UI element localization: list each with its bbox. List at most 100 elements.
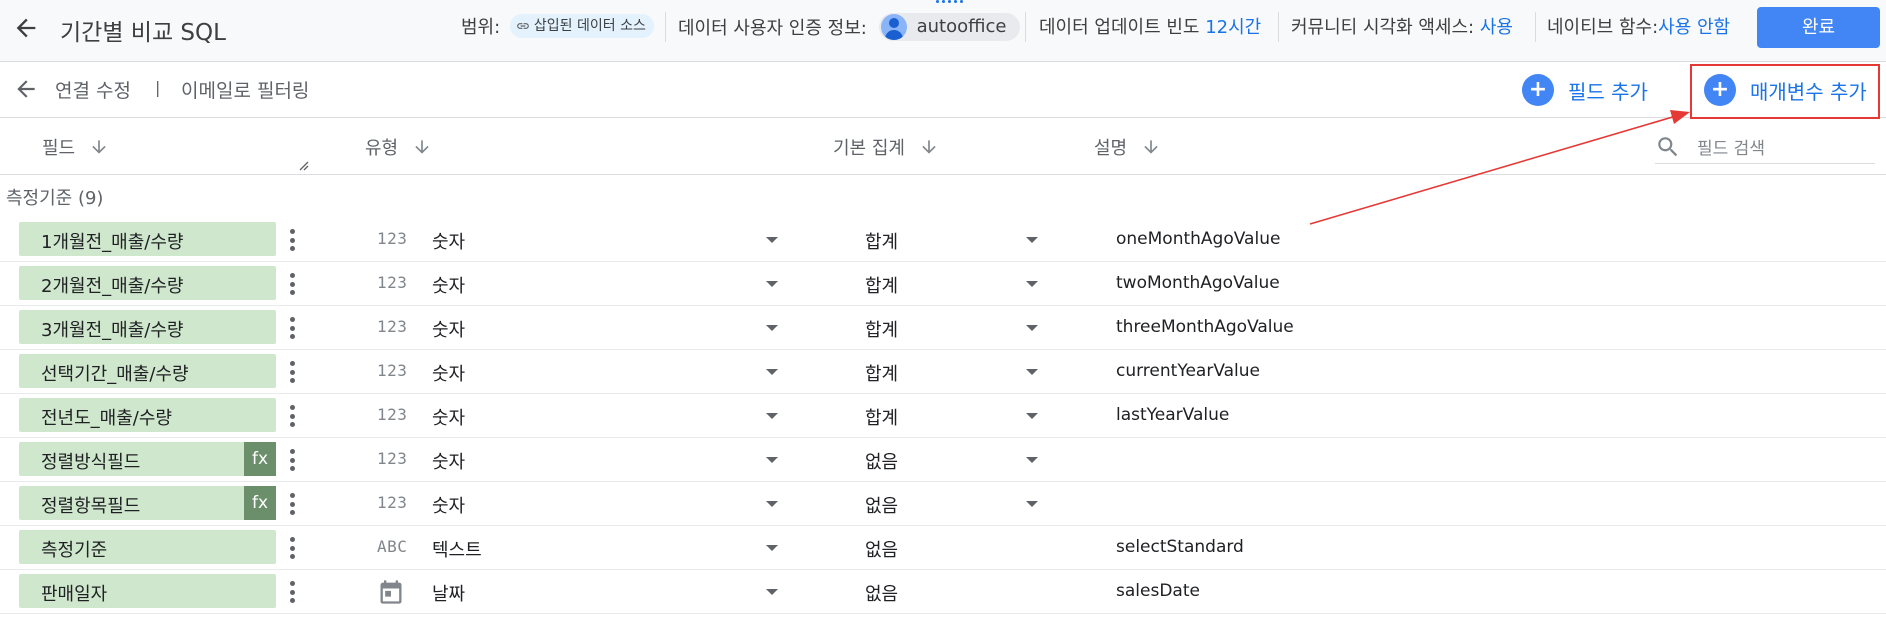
aggregation-value[interactable]: 합계	[865, 360, 898, 386]
description-value[interactable]: salesDate	[1116, 581, 1200, 601]
resize-handle-icon[interactable]	[297, 159, 309, 171]
description-value[interactable]: twoMonthAgoValue	[1116, 273, 1280, 293]
aggregation-value[interactable]: 합계	[865, 228, 898, 254]
avatar	[880, 14, 907, 40]
done-button[interactable]: 완료	[1757, 7, 1880, 48]
field-name: 3개월전_매출/수량	[41, 320, 184, 341]
type-value[interactable]: 숫자	[432, 404, 465, 430]
filter-by-email-link[interactable]: 이메일로 필터링	[181, 76, 309, 103]
table-row: 선택기간_매출/수량 123 숫자 합계 currentYearValue	[0, 350, 1886, 394]
aggregation-value[interactable]: 합계	[865, 404, 898, 430]
column-description[interactable]: 설명	[1094, 134, 1161, 160]
more-options-icon[interactable]	[290, 537, 296, 559]
field-name-pill[interactable]: 정렬방식필드 fx	[19, 442, 276, 476]
search-placeholder[interactable]: 필드 검색	[1697, 134, 1765, 159]
scope-group: 범위: 삽입된 데이터 소스	[461, 14, 654, 41]
column-aggregation[interactable]: 기본 집계	[833, 134, 939, 160]
field-name-pill[interactable]: 정렬항목필드 fx	[19, 486, 276, 520]
aggregation-dropdown-icon[interactable]	[1026, 501, 1038, 507]
type-dropdown-icon[interactable]	[766, 413, 778, 419]
type-dropdown-icon[interactable]	[766, 545, 778, 551]
aggregation-value[interactable]: 합계	[865, 316, 898, 342]
number-type-icon: 123	[377, 493, 408, 512]
type-dropdown-icon[interactable]	[766, 237, 778, 243]
aggregation-dropdown-icon[interactable]	[1026, 281, 1038, 287]
type-value[interactable]: 숫자	[432, 492, 465, 518]
field-name: 정렬항목필드	[41, 496, 141, 517]
type-dropdown-icon[interactable]	[766, 501, 778, 507]
aggregation-value[interactable]: 없음	[865, 448, 898, 474]
more-options-icon[interactable]	[290, 581, 296, 603]
field-name-pill[interactable]: 1개월전_매출/수량	[19, 222, 276, 256]
aggregation-dropdown-icon[interactable]	[1026, 237, 1038, 243]
type-dropdown-icon[interactable]	[766, 281, 778, 287]
more-options-icon[interactable]	[290, 361, 296, 383]
drag-handle[interactable]	[936, 0, 966, 6]
table-row: 정렬방식필드 fx 123 숫자 없음	[0, 438, 1886, 482]
section-label: 측정기준 (9)	[6, 188, 104, 209]
type-dropdown-icon[interactable]	[766, 325, 778, 331]
type-value[interactable]: 텍스트	[432, 536, 482, 562]
more-options-icon[interactable]	[290, 273, 296, 295]
type-dropdown-icon[interactable]	[766, 457, 778, 463]
column-field[interactable]: 필드	[42, 134, 109, 160]
aggregation-dropdown-icon[interactable]	[1026, 413, 1038, 419]
community-label: 커뮤니티 시각화 액세스:	[1291, 17, 1475, 38]
table-row: 정렬항목필드 fx 123 숫자 없음	[0, 482, 1886, 526]
description-value[interactable]: currentYearValue	[1116, 361, 1260, 381]
aggregation-value[interactable]: 없음	[865, 536, 898, 562]
edit-connection-link[interactable]: 연결 수정	[55, 76, 131, 103]
aggregation-value[interactable]: 합계	[865, 272, 898, 298]
field-name-pill[interactable]: 측정기준	[19, 530, 276, 564]
add-field-button[interactable]: + 필드 추가	[1522, 74, 1648, 106]
field-name-pill[interactable]: 선택기간_매출/수량	[19, 354, 276, 388]
sort-arrow-icon	[415, 140, 429, 154]
column-type[interactable]: 유형	[365, 134, 432, 160]
calculated-field-badge[interactable]: fx	[244, 442, 276, 476]
scope-label: 범위:	[461, 17, 501, 38]
calculated-field-badge[interactable]: fx	[244, 486, 276, 520]
type-value[interactable]: 숫자	[432, 316, 465, 342]
back-arrow-icon[interactable]	[12, 14, 40, 42]
more-options-icon[interactable]	[290, 229, 296, 251]
scope-chip[interactable]: 삽입된 데이터 소스	[509, 14, 654, 38]
field-name-pill[interactable]: 3개월전_매출/수량	[19, 310, 276, 344]
field-search[interactable]: 필드 검색	[1655, 130, 1875, 164]
freshness-link[interactable]: 12시간	[1205, 17, 1261, 38]
native-link[interactable]: 사용 안함	[1658, 17, 1730, 38]
description-value[interactable]: lastYearValue	[1116, 405, 1229, 425]
field-name: 1개월전_매출/수량	[41, 232, 184, 253]
aggregation-value[interactable]: 없음	[865, 580, 898, 606]
more-options-icon[interactable]	[290, 317, 296, 339]
back-arrow-icon[interactable]	[13, 76, 39, 102]
more-options-icon[interactable]	[290, 405, 296, 427]
aggregation-dropdown-icon[interactable]	[1026, 457, 1038, 463]
aggregation-dropdown-icon[interactable]	[1026, 325, 1038, 331]
type-value[interactable]: 숫자	[432, 360, 465, 386]
aggregation-dropdown-icon[interactable]	[1026, 369, 1038, 375]
type-value[interactable]: 날짜	[432, 580, 465, 606]
type-value[interactable]: 숫자	[432, 272, 465, 298]
add-icon: +	[1522, 74, 1554, 106]
credentials-user-chip[interactable]: autooffice	[878, 13, 1021, 41]
number-type-icon: 123	[377, 273, 408, 292]
type-dropdown-icon[interactable]	[766, 369, 778, 375]
more-options-icon[interactable]	[290, 493, 296, 515]
field-name: 측정기준	[41, 540, 108, 561]
description-value[interactable]: selectStandard	[1116, 537, 1244, 557]
type-value[interactable]: 숫자	[432, 448, 465, 474]
field-name-pill[interactable]: 판매일자	[19, 574, 276, 608]
field-name-pill[interactable]: 전년도_매출/수량	[19, 398, 276, 432]
aggregation-value[interactable]: 없음	[865, 492, 898, 518]
community-link[interactable]: 사용	[1480, 17, 1513, 38]
field-name-pill[interactable]: 2개월전_매출/수량	[19, 266, 276, 300]
type-dropdown-icon[interactable]	[766, 589, 778, 595]
field-name: 선택기간_매출/수량	[41, 364, 189, 385]
sort-arrow-icon	[92, 140, 106, 154]
type-value[interactable]: 숫자	[432, 228, 465, 254]
table-row: 전년도_매출/수량 123 숫자 합계 lastYearValue	[0, 394, 1886, 438]
description-value[interactable]: threeMonthAgoValue	[1116, 317, 1294, 337]
description-value[interactable]: oneMonthAgoValue	[1116, 229, 1280, 249]
more-options-icon[interactable]	[290, 449, 296, 471]
freshness-label: 데이터 업데이트 빈도	[1039, 17, 1200, 38]
